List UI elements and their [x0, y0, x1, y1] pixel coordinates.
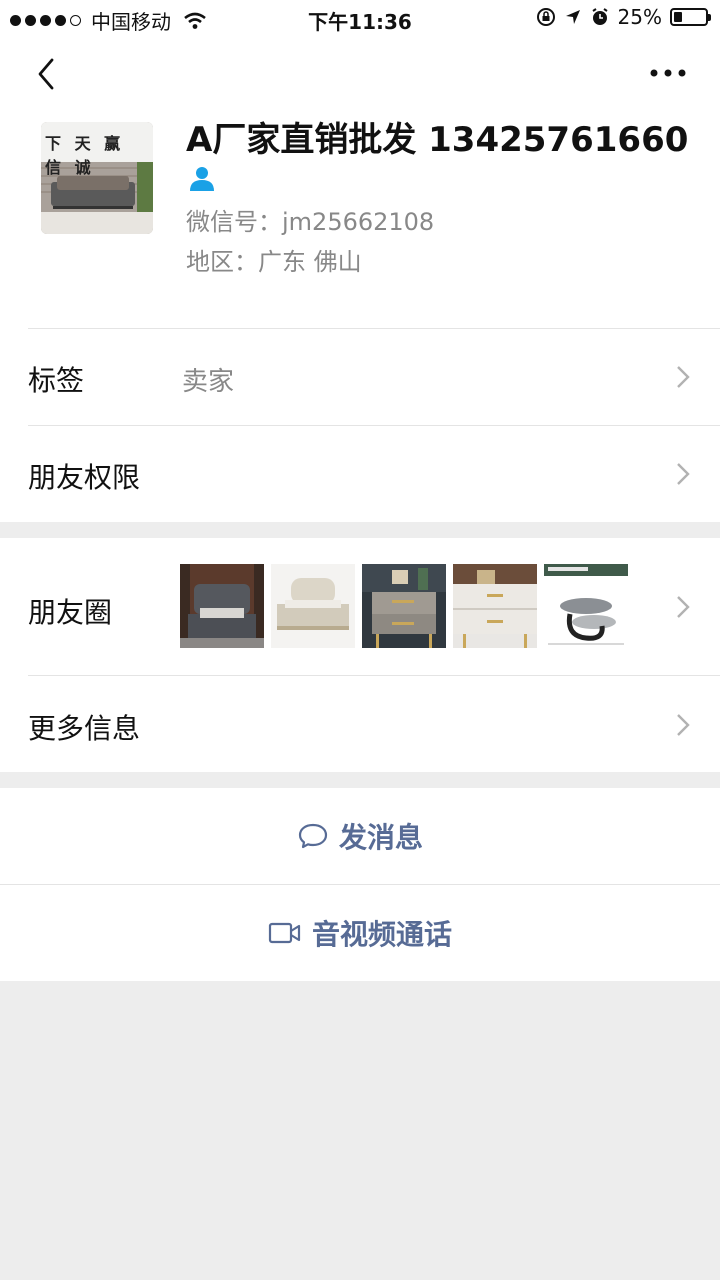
location-icon	[565, 10, 580, 24]
more-options-icon[interactable]	[644, 58, 692, 88]
more-info-label: 更多信息	[28, 712, 141, 745]
status-bar: 中国移动 下午11:36 25%	[0, 0, 720, 36]
video-camera-icon	[268, 922, 301, 944]
divider	[28, 425, 720, 426]
battery-percent: 25%	[617, 5, 662, 29]
orientation-lock-icon	[536, 8, 555, 26]
action-group: 发消息 音视频通话	[0, 788, 720, 981]
tag-value: 卖家	[182, 367, 235, 397]
audio-video-call-label: 音视频通话	[311, 918, 452, 951]
moments-thumbnails	[180, 564, 628, 648]
divider	[28, 328, 720, 329]
audio-video-call-button[interactable]: 音视频通话	[0, 885, 720, 981]
more-info-row[interactable]: 更多信息	[0, 675, 720, 772]
divider	[28, 675, 720, 676]
moments-thumbnail[interactable]	[362, 564, 446, 648]
profile-header: 下 天 赢 信 诚 A厂家直销批发 13425761660 微信号：jm2566…	[0, 114, 720, 328]
back-icon[interactable]	[28, 54, 68, 94]
chevron-right-icon	[677, 366, 690, 388]
moments-label: 朋友圈	[28, 596, 113, 629]
region: 地区：广东 佛山	[186, 248, 362, 276]
avatar[interactable]: 下 天 赢 信 诚	[41, 122, 153, 234]
moments-thumbnail[interactable]	[544, 564, 628, 648]
battery-icon	[670, 8, 711, 26]
send-message-button[interactable]: 发消息	[0, 788, 720, 884]
chat-bubble-icon	[298, 823, 328, 849]
friend-permissions-row[interactable]: 朋友权限	[0, 425, 720, 521]
avatar-calligraphy: 下 天 赢 信 诚	[45, 134, 125, 177]
moments-thumbnail[interactable]	[453, 564, 537, 648]
person-icon	[190, 167, 214, 191]
chevron-right-icon	[677, 463, 690, 485]
profile-name: A厂家直销批发 13425761660	[186, 120, 689, 160]
chevron-right-icon	[677, 714, 690, 736]
settings-group: 标签 卖家 朋友权限	[0, 328, 720, 522]
chevron-right-icon	[677, 596, 690, 618]
friend-permissions-label: 朋友权限	[28, 461, 141, 494]
tag-label: 标签	[28, 364, 85, 397]
moments-thumbnail[interactable]	[180, 564, 264, 648]
status-right: 25%	[536, 5, 711, 29]
moments-thumbnail[interactable]	[271, 564, 355, 648]
alarm-icon	[591, 8, 608, 25]
wechat-id: 微信号：jm25662108	[186, 208, 435, 236]
moments-group: 朋友圈 更多信息	[0, 538, 720, 772]
tag-row[interactable]: 标签 卖家	[0, 328, 720, 424]
send-message-label: 发消息	[338, 821, 423, 854]
nav-bar	[0, 36, 720, 114]
battery-fill	[674, 12, 682, 22]
moments-row[interactable]: 朋友圈	[0, 538, 720, 675]
